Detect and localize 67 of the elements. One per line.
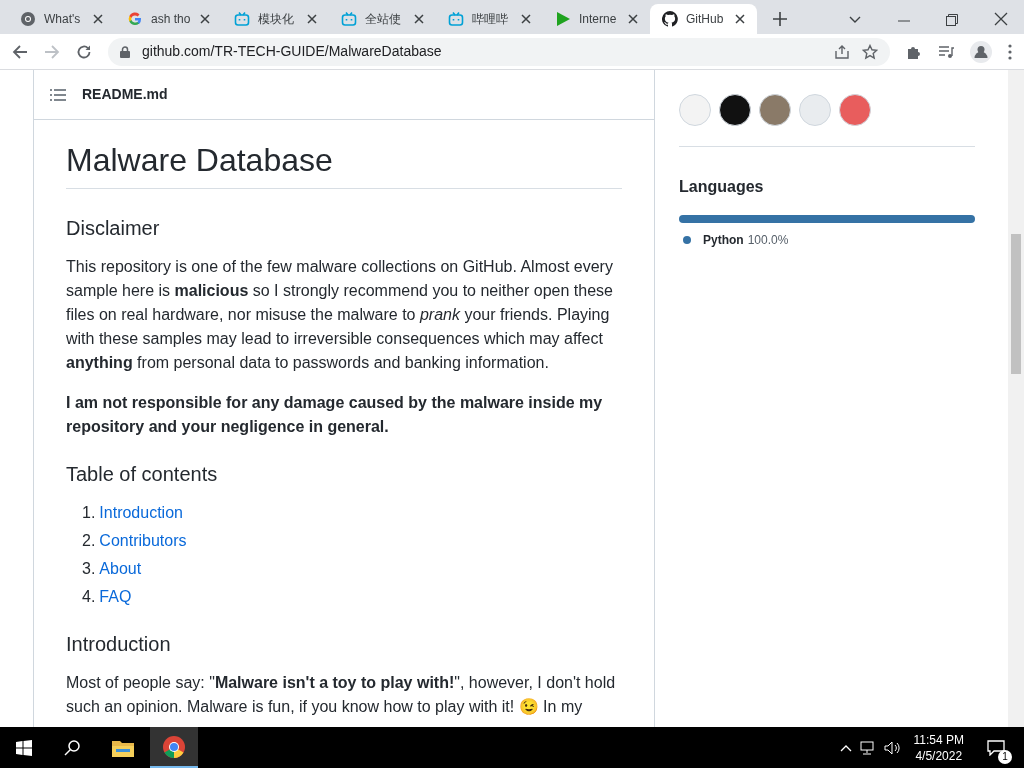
close-icon[interactable] <box>521 14 531 24</box>
reload-icon[interactable] <box>76 43 92 60</box>
clock-time[interactable]: 11:54 PM <box>913 731 964 748</box>
paragraph: This repository is one of the few malware collections on GitHub. Almost every sample here is malicious so I strongly recommend you to neither open these files on real hardware, nor misuse the malware to prank your friends. Playing with these samples may lead to irreversible consequences which may affect anything from personal data to passwords and banking information. <box>66 257 614 373</box>
tv-logo-icon <box>234 11 250 27</box>
paragraph: I am not responsible for any damage caused by the malware inside my repository and your negligence in general. <box>66 393 604 437</box>
chrome-logo-icon <box>162 734 186 759</box>
close-icon[interactable] <box>414 14 424 24</box>
scrollbar[interactable] <box>1008 70 1024 727</box>
browser-logo-icon <box>20 11 36 27</box>
close-window-icon[interactable] <box>994 12 1008 26</box>
tv-logo-icon <box>341 11 357 27</box>
play-icon <box>555 11 571 27</box>
star-icon[interactable] <box>862 43 878 60</box>
browser-tab[interactable]: ash tho <box>115 4 222 34</box>
readme-title: Malware Database <box>66 141 334 180</box>
lock-icon <box>120 45 130 58</box>
browser-tab[interactable]: 模块化 <box>222 4 329 34</box>
speaker-icon[interactable] <box>883 740 902 755</box>
plus-icon[interactable] <box>773 12 787 26</box>
contents-link[interactable]: Contributors <box>99 529 187 553</box>
list-number: 1. <box>82 503 96 523</box>
contents-link[interactable]: About <box>99 557 142 581</box>
menu-icon[interactable] <box>1008 43 1012 60</box>
contents-link[interactable]: FAQ <box>99 585 132 609</box>
close-icon[interactable] <box>93 14 103 24</box>
network-icon[interactable] <box>859 740 876 755</box>
language-name: Python <box>703 232 744 249</box>
list-number: 2. <box>82 531 96 551</box>
clock-date[interactable]: 4/5/2022 <box>915 747 963 764</box>
close-icon[interactable] <box>628 14 638 24</box>
share-icon[interactable] <box>834 43 850 60</box>
list-number: 4. <box>82 587 96 607</box>
restore-icon[interactable] <box>946 14 958 26</box>
language-percent: 100.0% <box>747 232 789 249</box>
g-logo-icon <box>127 11 143 27</box>
contents-link[interactable]: Introduction <box>99 501 183 525</box>
avatar[interactable] <box>719 94 751 126</box>
chevron-up-icon[interactable] <box>839 743 852 752</box>
list-icon[interactable] <box>50 88 66 101</box>
taskbar-app[interactable] <box>150 727 198 768</box>
browser-tab[interactable]: GitHub <box>650 4 757 34</box>
list-number: 3. <box>82 559 96 579</box>
sidebar-heading: Languages <box>679 177 765 197</box>
browser-tab[interactable]: Interne <box>543 4 650 34</box>
browser-tab[interactable]: 哔哩哔 <box>436 4 543 34</box>
paragraph: Most of people say: "Malware isn't a toy to play with!", however, I don't hold such an opinion. Malware is fun, if you know how to play with it! 😉 In my <box>66 673 617 717</box>
notification-badge: 1 <box>998 749 1012 764</box>
media-queue-icon[interactable] <box>938 43 954 60</box>
profile-icon[interactable] <box>970 40 992 63</box>
folder-icon[interactable] <box>112 738 134 757</box>
close-icon[interactable] <box>200 14 210 24</box>
message-icon <box>987 739 1005 756</box>
address-bar[interactable]: github.com/TR-TECH-GUIDE/MalwareDatabase <box>108 37 890 66</box>
search-icon[interactable] <box>64 739 80 756</box>
browser-tab[interactable]: 全站使 <box>329 4 436 34</box>
file-name: README.md <box>82 85 168 104</box>
section-heading: Table of contents <box>66 462 219 487</box>
back-icon[interactable] <box>12 43 28 60</box>
tv-logo-icon <box>448 11 464 27</box>
close-icon[interactable] <box>307 14 317 24</box>
section-heading: Disclaimer <box>66 216 161 241</box>
windows-logo-icon[interactable] <box>16 739 32 756</box>
close-icon[interactable] <box>735 14 745 24</box>
browser-tab[interactable]: What's <box>8 4 115 34</box>
octocat-icon <box>662 11 678 27</box>
section-heading: Introduction <box>66 632 172 657</box>
